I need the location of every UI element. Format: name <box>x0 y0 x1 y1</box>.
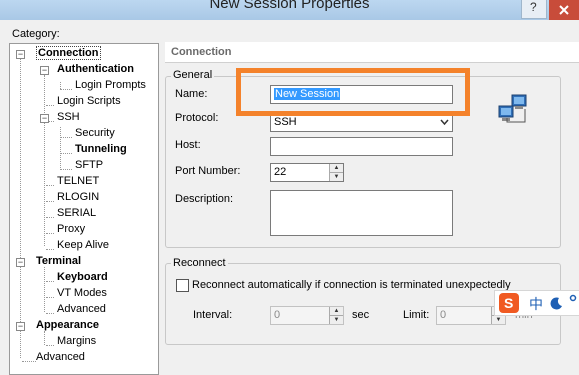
tree-item-serial[interactable]: SERIAL <box>57 206 96 220</box>
tree-item-margins[interactable]: Margins <box>57 334 96 348</box>
svg-text:?: ? <box>530 0 537 14</box>
collapse-connection-icon[interactable]: − <box>16 50 25 59</box>
collapse-appearance-icon[interactable]: − <box>16 322 25 331</box>
collapse-terminal-icon[interactable]: − <box>16 258 25 267</box>
tree-item-vt-modes[interactable]: VT Modes <box>57 286 107 300</box>
tree-item-tunneling[interactable]: Tunneling <box>75 142 127 156</box>
reconnect-group-title: Reconnect <box>171 257 228 269</box>
session-computers-icon <box>498 94 527 123</box>
tree-item-ssh[interactable]: SSH <box>57 110 80 124</box>
tree-item-authentication[interactable]: Authentication <box>57 62 134 76</box>
interval-stepper[interactable]: 0 ▲ ▼ <box>270 306 344 325</box>
ime-toolbar[interactable]: S 中 <box>494 290 579 316</box>
spin-down-icon[interactable]: ▼ <box>330 173 343 181</box>
title-bar: New Session Properties ? <box>0 0 579 20</box>
reconnect-checkbox[interactable] <box>176 279 189 292</box>
name-label: Name: <box>175 88 208 100</box>
host-field[interactable] <box>270 137 453 156</box>
punctuation-icon[interactable] <box>569 294 579 304</box>
tree-item-connection[interactable]: Connection <box>36 46 101 60</box>
collapse-authentication-icon[interactable]: − <box>40 66 49 75</box>
protocol-value: SSH <box>274 116 297 128</box>
tree-item-terminal[interactable]: Terminal <box>36 254 81 268</box>
spin-down-icon[interactable]: ▼ <box>330 316 343 324</box>
category-tree[interactable]: − − − − − Connection Authentication Logi… <box>9 43 159 375</box>
tree-item-rlogin[interactable]: RLOGIN <box>57 190 99 204</box>
close-button[interactable] <box>549 0 579 20</box>
category-label: Category: <box>12 28 60 40</box>
ime-chinese-mode[interactable]: 中 <box>529 294 543 314</box>
interval-unit: sec <box>352 309 370 321</box>
spin-up-icon[interactable]: ▲ <box>330 307 343 316</box>
reconnect-checkbox-label: Reconnect automatically if connection is… <box>192 279 511 291</box>
tree-item-telnet[interactable]: TELNET <box>57 174 99 188</box>
host-label: Host: <box>175 139 201 151</box>
spin-down-icon[interactable]: ▼ <box>492 316 505 324</box>
tree-item-keyboard[interactable]: Keyboard <box>57 270 108 284</box>
window-title: New Session Properties <box>209 0 370 12</box>
tree-item-login-scripts[interactable]: Login Scripts <box>57 94 121 108</box>
chevron-down-icon <box>440 119 449 126</box>
general-group-title: General <box>171 69 215 81</box>
tree-item-sftp[interactable]: SFTP <box>75 158 103 172</box>
interval-spin-buttons[interactable]: ▲ ▼ <box>329 307 343 324</box>
limit-value: 0 <box>440 309 447 321</box>
tree-item-login-prompts[interactable]: Login Prompts <box>75 78 146 92</box>
description-field[interactable] <box>270 190 453 236</box>
collapse-ssh-icon[interactable]: − <box>40 114 49 123</box>
help-button[interactable]: ? <box>521 0 547 19</box>
description-label: Description: <box>175 193 234 205</box>
spin-up-icon[interactable]: ▲ <box>330 164 343 173</box>
panel-header: Connection <box>165 42 579 63</box>
port-spin-buttons[interactable]: ▲ ▼ <box>329 164 343 181</box>
port-stepper[interactable]: 22 ▲ ▼ <box>270 163 344 182</box>
tree-item-security[interactable]: Security <box>75 126 115 140</box>
panel-title: Connection <box>171 46 232 58</box>
protocol-label: Protocol: <box>175 112 219 124</box>
tree-item-appearance[interactable]: Appearance <box>36 318 99 332</box>
name-highlight-box <box>236 68 470 116</box>
port-value: 22 <box>274 166 287 178</box>
tree-item-keep-alive[interactable]: Keep Alive <box>57 238 109 252</box>
port-label: Port Number: <box>175 165 241 177</box>
limit-label: Limit: <box>403 309 430 321</box>
interval-value: 0 <box>274 309 281 321</box>
ime-logo-text: S <box>504 295 513 311</box>
close-icon <box>559 5 569 15</box>
sogou-logo-icon[interactable]: S <box>499 293 519 313</box>
tree-item-advanced-terminal[interactable]: Advanced <box>57 302 106 316</box>
interval-label: Interval: <box>193 309 233 321</box>
moon-icon[interactable] <box>550 296 564 310</box>
tree-item-proxy[interactable]: Proxy <box>57 222 85 236</box>
help-icon: ? <box>530 0 537 14</box>
tree-item-advanced[interactable]: Advanced <box>36 350 85 364</box>
